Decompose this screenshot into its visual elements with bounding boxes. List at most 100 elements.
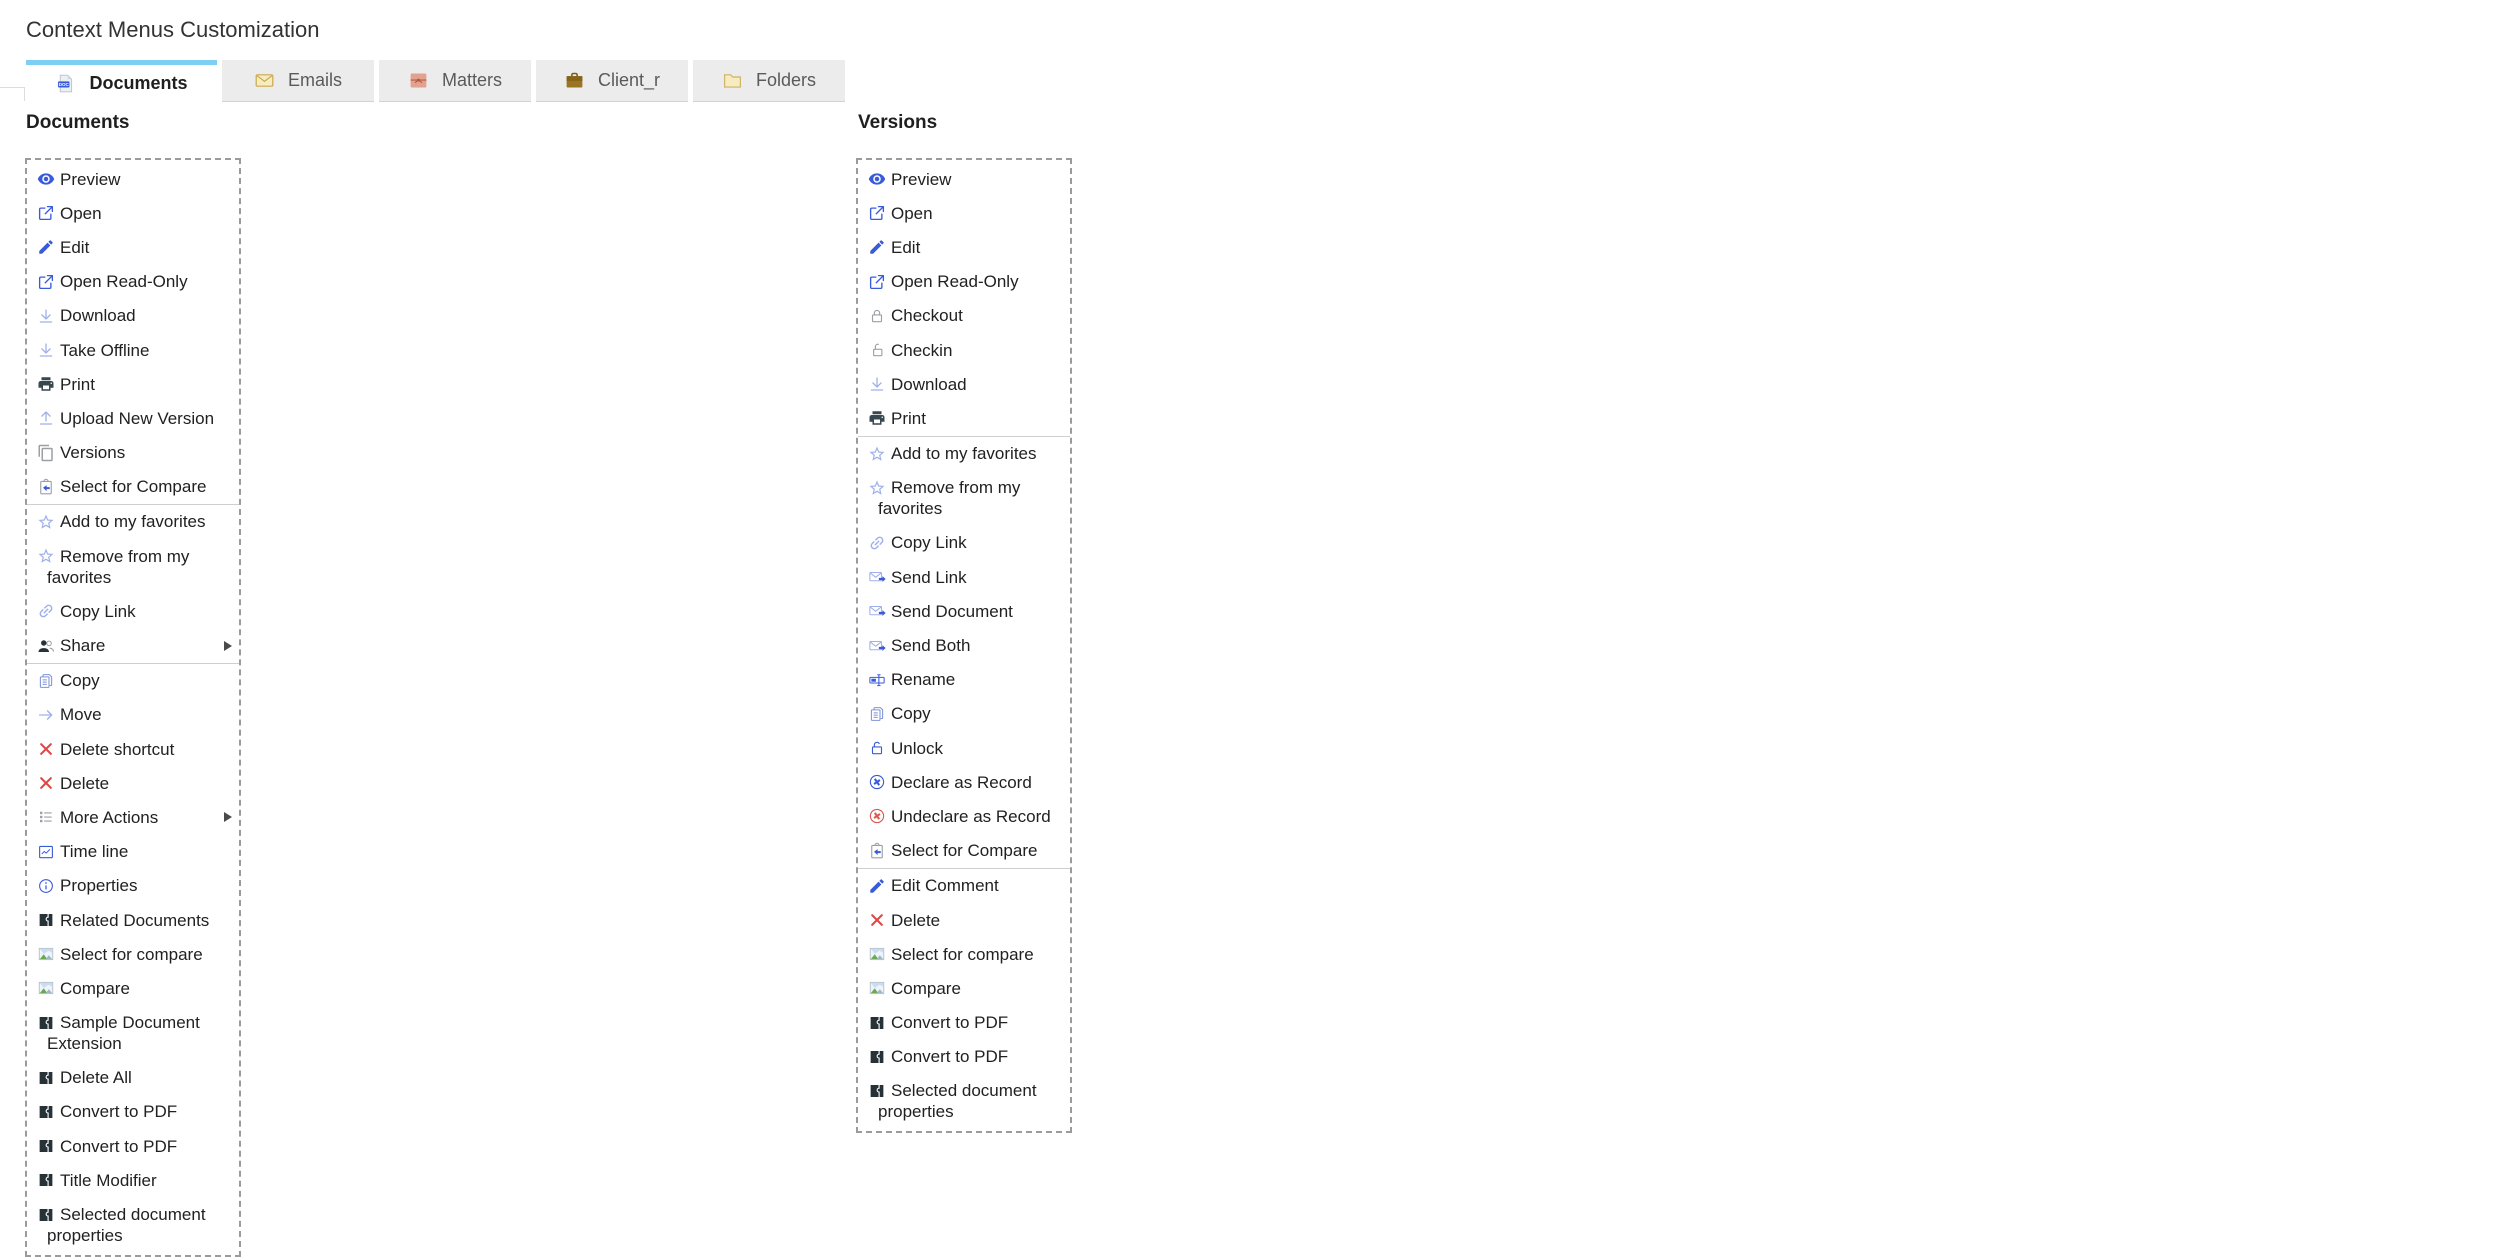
menu-item-delete[interactable]: Delete	[858, 903, 1070, 937]
tab-documents[interactable]: DOCDocuments	[26, 60, 217, 102]
menu-item-selected-document-properties[interactable]: Selected document properties	[858, 1074, 1070, 1129]
menu-item-convert-to-pdf[interactable]: Convert to PDF	[27, 1129, 239, 1163]
menu-item-remove-from-my-favorites[interactable]: Remove from my favorites	[27, 539, 239, 594]
menu-item-label: Send Link	[891, 568, 967, 587]
page-title: Context Menus Customization	[26, 16, 319, 44]
menu-item-copy[interactable]: Copy	[858, 697, 1070, 731]
menu-item-label: Time line	[60, 842, 128, 861]
menu-item-properties[interactable]: Properties	[27, 869, 239, 903]
send-icon	[868, 637, 886, 655]
menu-item-more-actions[interactable]: More Actions	[27, 800, 239, 834]
tab-emails[interactable]: Emails	[222, 60, 374, 102]
menu-item-edit-comment[interactable]: Edit Comment	[858, 869, 1070, 903]
star-icon	[868, 479, 886, 497]
menu-item-convert-to-pdf[interactable]: Convert to PDF	[858, 1006, 1070, 1040]
versions-icon	[37, 444, 55, 462]
tab-matters[interactable]: Matters	[379, 60, 531, 102]
menu-item-select-for-compare[interactable]: Select for Compare	[27, 470, 239, 504]
menu-item-label: Open Read-Only	[891, 272, 1019, 291]
menu-item-open[interactable]: Open	[27, 196, 239, 230]
menu-item-upload-new-version[interactable]: Upload New Version	[27, 401, 239, 435]
star-icon	[37, 547, 55, 565]
puzzle-icon	[868, 1048, 886, 1066]
menu-item-print[interactable]: Print	[858, 401, 1070, 435]
menu-item-remove-from-my-favorites[interactable]: Remove from my favorites	[858, 471, 1070, 526]
menu-item-compare[interactable]: Compare	[858, 971, 1070, 1005]
tab-label: Folders	[756, 70, 816, 91]
menu-item-label: Remove from my favorites	[47, 547, 189, 587]
menu-item-add-to-my-favorites[interactable]: Add to my favorites	[858, 437, 1070, 471]
menu-item-checkout[interactable]: Checkout	[858, 299, 1070, 333]
menu-item-edit[interactable]: Edit	[858, 230, 1070, 264]
menu-item-share[interactable]: Share	[27, 628, 239, 662]
menu-item-add-to-my-favorites[interactable]: Add to my favorites	[27, 505, 239, 539]
menu-item-delete-all[interactable]: Delete All	[27, 1061, 239, 1095]
tab-folders[interactable]: Folders	[693, 60, 845, 102]
menu-item-label: Edit	[891, 238, 920, 257]
menu-item-delete-shortcut[interactable]: Delete shortcut	[27, 732, 239, 766]
download-icon	[37, 307, 55, 325]
menu-item-declare-as-record[interactable]: Declare as Record	[858, 765, 1070, 799]
menu-item-open-read-only[interactable]: Open Read-Only	[27, 265, 239, 299]
menu-item-open-read-only[interactable]: Open Read-Only	[858, 265, 1070, 299]
column-header-versions: Versions	[858, 111, 937, 135]
menu-item-title-modifier[interactable]: Title Modifier	[27, 1163, 239, 1197]
menu-item-preview[interactable]: Preview	[27, 162, 239, 196]
menu-item-preview[interactable]: Preview	[858, 162, 1070, 196]
svg-text:DOC: DOC	[59, 82, 70, 87]
menu-item-send-document[interactable]: Send Document	[858, 594, 1070, 628]
unlock-icon	[868, 739, 886, 757]
menu-item-compare[interactable]: Compare	[27, 971, 239, 1005]
menu-item-take-offline[interactable]: Take Offline	[27, 333, 239, 367]
menu-item-label: Add to my favorites	[60, 512, 206, 531]
open-in-new-icon	[868, 204, 886, 222]
menu-item-label: Properties	[60, 876, 137, 895]
menu-item-label: Edit Comment	[891, 876, 999, 895]
menu-item-time-line[interactable]: Time line	[27, 835, 239, 869]
tab-client-r[interactable]: Client_r	[536, 60, 688, 102]
menu-item-convert-to-pdf[interactable]: Convert to PDF	[858, 1040, 1070, 1074]
menu-item-versions[interactable]: Versions	[27, 436, 239, 470]
briefcase-icon	[564, 70, 585, 91]
column-header-documents: Documents	[26, 111, 129, 135]
menu-item-label: Open	[60, 204, 102, 223]
image-icon	[868, 945, 886, 963]
puzzle-icon	[37, 1137, 55, 1155]
menu-item-print[interactable]: Print	[27, 367, 239, 401]
menu-item-download[interactable]: Download	[27, 299, 239, 333]
menu-item-download[interactable]: Download	[858, 367, 1070, 401]
menu-item-label: Preview	[891, 170, 951, 189]
menu-item-select-for-compare[interactable]: Select for compare	[27, 937, 239, 971]
menu-item-label: Checkin	[891, 341, 952, 360]
select-compare-icon	[868, 842, 886, 860]
menu-item-label: Delete	[60, 774, 109, 793]
menu-item-edit[interactable]: Edit	[27, 230, 239, 264]
menu-item-unlock[interactable]: Unlock	[858, 731, 1070, 765]
menu-item-send-both[interactable]: Send Both	[858, 628, 1070, 662]
menu-item-convert-to-pdf[interactable]: Convert to PDF	[27, 1095, 239, 1129]
star-icon	[868, 445, 886, 463]
puzzle-icon	[868, 1082, 886, 1100]
menu-item-label: Preview	[60, 170, 120, 189]
versions-context-menu: Preview Open Edit Open Read-Only Checkout Che…	[856, 158, 1072, 1133]
menu-item-label: Share	[60, 636, 105, 655]
menu-item-select-for-compare[interactable]: Select for compare	[858, 937, 1070, 971]
menu-item-checkin[interactable]: Checkin	[858, 333, 1070, 367]
menu-item-delete[interactable]: Delete	[27, 766, 239, 800]
pencil-icon	[37, 238, 55, 256]
menu-item-copy-link[interactable]: Copy Link	[27, 594, 239, 628]
menu-item-label: Compare	[60, 979, 130, 998]
menu-item-copy[interactable]: Copy	[27, 664, 239, 698]
menu-item-label: Add to my favorites	[891, 444, 1037, 463]
menu-item-move[interactable]: Move	[27, 698, 239, 732]
menu-item-related-documents[interactable]: Related Documents	[27, 903, 239, 937]
menu-item-open[interactable]: Open	[858, 196, 1070, 230]
menu-item-sample-document-extension[interactable]: Sample Document Extension	[27, 1006, 239, 1061]
menu-item-rename[interactable]: Rename	[858, 663, 1070, 697]
menu-item-send-link[interactable]: Send Link	[858, 560, 1070, 594]
menu-item-copy-link[interactable]: Copy Link	[858, 526, 1070, 560]
menu-item-selected-document-properties[interactable]: Selected document properties	[27, 1197, 239, 1252]
menu-item-undeclare-as-record[interactable]: Undeclare as Record	[858, 799, 1070, 833]
menu-item-select-for-compare[interactable]: Select for Compare	[858, 834, 1070, 868]
menu-item-label: Rename	[891, 670, 955, 689]
